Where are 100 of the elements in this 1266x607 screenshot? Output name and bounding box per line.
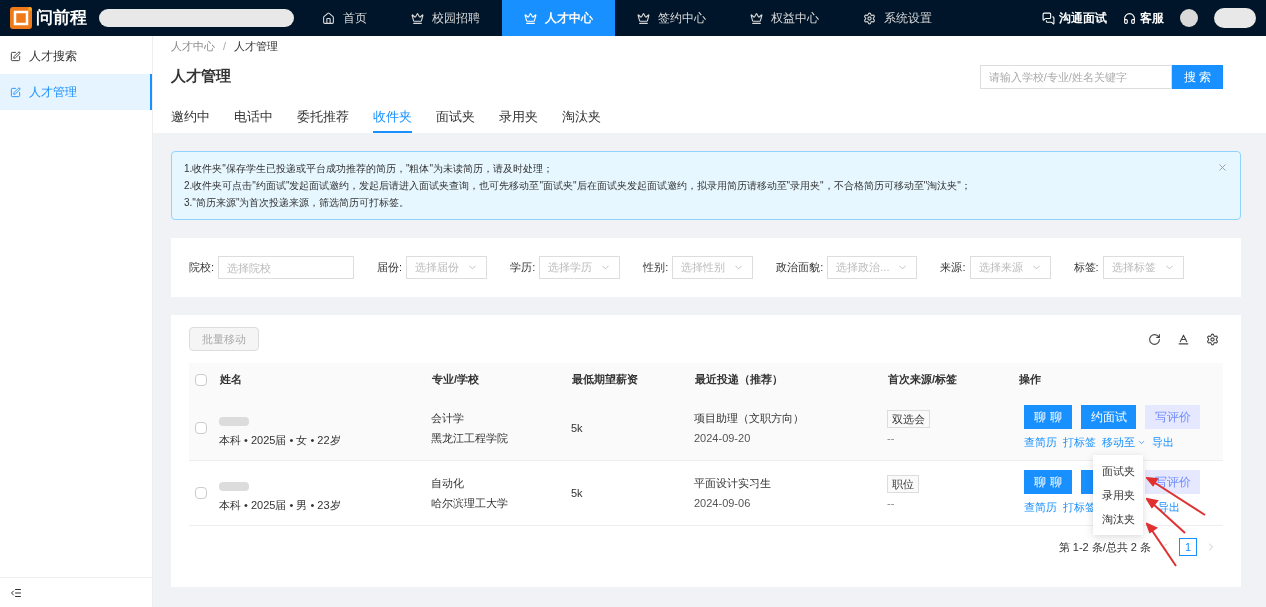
- select-placeholder: 选择来源: [978, 260, 1023, 276]
- filter-input[interactable]: 选择院校: [218, 256, 355, 279]
- filter-select[interactable]: 选择届份: [406, 256, 488, 279]
- column-header: 操作: [1019, 373, 1041, 386]
- tab[interactable]: 录用夹: [499, 106, 538, 133]
- notice-text: 3."简历来源"为首次投递来源，筛选简历可打标签。: [184, 196, 411, 210]
- menu-item[interactable]: 录用夹: [1093, 483, 1143, 507]
- action-button[interactable]: 写评价: [1145, 405, 1200, 430]
- search-button[interactable]: 搜 索: [1171, 64, 1223, 89]
- search-field[interactable]: 请输入学校/专业/姓名关键字: [979, 64, 1172, 89]
- action-button[interactable]: 约面试: [1081, 405, 1136, 430]
- breadcrumb-separator: /: [223, 39, 227, 54]
- action-link[interactable]: 导出: [1152, 434, 1174, 451]
- source-tag: 职位: [887, 474, 919, 493]
- nav-tab[interactable]: 校园招聘: [389, 0, 502, 36]
- crown-icon: [524, 11, 537, 25]
- column-header: 姓名: [220, 373, 242, 386]
- filter-label: 届份:: [377, 260, 403, 276]
- header-link[interactable]: 沟通面试: [1042, 9, 1107, 27]
- row-checkbox[interactable]: [195, 487, 207, 499]
- text-size-icon[interactable]: [1177, 332, 1190, 346]
- filter-label: 来源:: [940, 260, 966, 276]
- nav-tab[interactable]: 系统设置: [841, 0, 954, 36]
- table-cell-text: 2024-09-20: [694, 431, 752, 446]
- column-header: 最近投递（推荐）: [695, 373, 783, 386]
- header-link[interactable]: 客服: [1123, 9, 1164, 27]
- filter-label: 性别:: [643, 260, 669, 276]
- table-cell-text: 自动化: [431, 475, 465, 491]
- notice-text: 2.收件夹可点击"约面试"发起面试邀约，发起后请进入面试夹查询，也可先移动至"面试夹"后在面试夹发起面试邀约，拟录用简历请移动至"录用夹"，不合格简历可移动至"淘汰夹"；: [184, 179, 972, 193]
- row-checkbox[interactable]: [195, 422, 207, 434]
- nav-tab[interactable]: 权益中心: [728, 0, 841, 36]
- edit-icon: [10, 50, 21, 62]
- action-link[interactable]: 打标签: [1063, 434, 1096, 451]
- home-icon: [322, 11, 335, 25]
- action-button[interactable]: 聊 聊: [1024, 470, 1072, 495]
- pagination-summary: 第 1-2 条/总共 2 条: [1058, 539, 1151, 555]
- menu-item[interactable]: 淘汰夹: [1093, 507, 1143, 531]
- action-link[interactable]: 查简历: [1024, 499, 1057, 516]
- candidate-details: 本科 • 2025届 • 男 • 23岁: [219, 498, 342, 514]
- tab[interactable]: 电话中: [234, 106, 273, 133]
- table-cell-text: 哈尔滨理工大学: [431, 496, 509, 511]
- redacted-blur: [1214, 8, 1256, 28]
- crown-icon: [750, 11, 763, 25]
- candidate-details: 本科 • 2025届 • 女 • 22岁: [219, 433, 342, 449]
- select-placeholder: 选择政治...: [836, 260, 890, 276]
- select-placeholder: 选择标签: [1111, 260, 1156, 276]
- action-link[interactable]: 打标签: [1063, 499, 1096, 516]
- tab[interactable]: 委托推荐: [297, 106, 349, 133]
- table-cell-text: --: [887, 495, 895, 511]
- page-title: 人才管理: [171, 66, 231, 87]
- menu-item[interactable]: 面试夹: [1093, 459, 1143, 483]
- settings-icon[interactable]: [1206, 332, 1219, 346]
- redacted-name: [219, 482, 249, 492]
- close-icon[interactable]: [1217, 162, 1228, 173]
- action-link[interactable]: 查简历: [1024, 434, 1057, 451]
- filter-label: 学历:: [510, 260, 536, 276]
- sidebar-item[interactable]: 人才搜索: [0, 38, 152, 74]
- page-button[interactable]: 1: [1179, 538, 1197, 556]
- nav-tab[interactable]: 人才中心: [502, 0, 615, 36]
- move-to-dropdown[interactable]: 移动至: [1102, 434, 1146, 451]
- breadcrumb-item: 人才管理: [234, 39, 279, 54]
- refresh-icon[interactable]: [1148, 332, 1161, 346]
- select-placeholder: 选择届份: [415, 260, 460, 276]
- tab[interactable]: 收件夹: [373, 106, 412, 133]
- action-button[interactable]: 聊 聊: [1024, 405, 1072, 430]
- filter-label: 政治面貌:: [776, 260, 824, 276]
- tab[interactable]: 邀约中: [171, 106, 210, 133]
- table-cell: 5k: [571, 486, 583, 499]
- filter-select[interactable]: 选择标签: [1102, 256, 1184, 279]
- filter-select[interactable]: 选择政治...: [827, 256, 918, 279]
- redacted-name: [219, 417, 249, 427]
- notice-text: 1.收件夹"保存学生已投递或平台成功推荐的简历，"粗体"为未读简历，请及时处理；: [184, 162, 554, 176]
- tab[interactable]: 淘汰夹: [562, 106, 601, 133]
- filter-select[interactable]: 选择学历: [539, 256, 621, 279]
- table-cell-text: 2024-09-06: [694, 496, 752, 511]
- collapse-menu-icon[interactable]: [10, 586, 22, 599]
- table-cell-text: 黑龙江工程学院: [431, 431, 509, 446]
- breadcrumb-item[interactable]: 人才中心: [171, 38, 215, 55]
- nav-tab[interactable]: 签约中心: [615, 0, 728, 36]
- avatar[interactable]: [1180, 9, 1198, 27]
- tab[interactable]: 面试夹: [436, 106, 475, 133]
- chat-icon: [1042, 11, 1055, 25]
- header-checkbox[interactable]: [195, 373, 207, 386]
- column-header: 专业/学校: [432, 373, 480, 386]
- table-cell-text: --: [887, 430, 895, 446]
- column-header: 最低期望薪资: [572, 373, 638, 386]
- edit-icon: [10, 86, 21, 98]
- sidebar-item[interactable]: 人才管理: [0, 74, 152, 110]
- logo-icon: [10, 7, 32, 29]
- column-header: 首次来源/标签: [888, 373, 958, 386]
- source-tag: 双选会: [887, 409, 930, 428]
- action-link[interactable]: 导出: [1158, 499, 1180, 516]
- filter-select[interactable]: 选择来源: [969, 256, 1051, 279]
- table-cell: 5k: [571, 421, 583, 434]
- crown-icon: [637, 11, 650, 25]
- brand-name: 问前程: [36, 7, 87, 30]
- settings-icon: [863, 11, 876, 25]
- crown-icon: [411, 11, 424, 25]
- table-cell-text: 项目助理（文职方向）: [694, 410, 805, 426]
- nav-tab[interactable]: 首页: [300, 0, 389, 36]
